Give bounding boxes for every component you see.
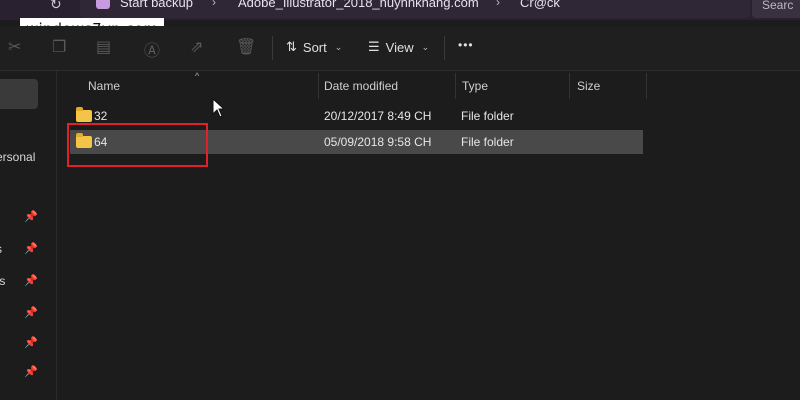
refresh-icon[interactable]: ↻ — [50, 0, 62, 13]
file-list: ^ Name Date modified Type Size 32 20/12/… — [58, 71, 800, 400]
pin-icon: 📌 — [24, 337, 38, 349]
mouse-cursor-icon — [212, 98, 226, 118]
sidebar-item-personal[interactable]: ersonal — [0, 150, 35, 164]
chevron-down-icon: ⌄ — [421, 41, 430, 52]
share-icon[interactable]: ⇗ — [190, 37, 203, 57]
chevron-down-icon: ⌄ — [334, 41, 343, 52]
more-options-button[interactable]: ••• — [458, 38, 474, 52]
view-label: View — [385, 39, 414, 55]
column-header-name[interactable]: Name — [88, 79, 120, 93]
pin-icon: 📌 — [24, 211, 38, 223]
folder-icon — [76, 107, 92, 122]
view-button[interactable]: ☰ View ⌄ — [368, 39, 429, 55]
pin-icon: 📌 — [24, 243, 38, 255]
breadcrumb-crack-folder[interactable]: Cr@ck — [520, 0, 560, 10]
toolbar-divider — [444, 36, 445, 60]
view-icon: ☰ — [368, 39, 380, 54]
delete-icon[interactable]: 🗑 — [236, 37, 256, 57]
title-bar: ↻ Start backup › Adobe_Illustrator_2018_… — [0, 0, 800, 20]
paste-icon[interactable]: ▤ — [96, 37, 111, 57]
pin-icon: 📌 — [24, 366, 38, 378]
date-modified: 20/12/2017 8:49 CH — [324, 109, 432, 123]
sidebar-item-label[interactable]: s — [0, 242, 2, 256]
column-separator[interactable] — [646, 73, 647, 99]
breadcrumb-start-backup[interactable]: Start backup — [120, 0, 193, 10]
annotation-highlight-box — [67, 123, 208, 167]
cloud-folder-icon — [96, 0, 110, 9]
column-separator[interactable] — [318, 73, 319, 99]
breadcrumb-adobe-folder[interactable]: Adobe_Illustrator_2018_huynhkhang.com — [238, 0, 479, 10]
breadcrumb-chevron-icon[interactable]: › — [212, 0, 216, 9]
cut-icon[interactable]: ✂ — [8, 37, 21, 57]
sidebar-item-selected[interactable] — [0, 79, 38, 109]
sidebar-item-label[interactable]: ts — [0, 274, 5, 288]
column-separator[interactable] — [455, 73, 456, 99]
command-bar: ✂ ❐ ▤ Ⓐ ⇗ 🗑 ⇅ Sort ⌄ ☰ View ⌄ ••• — [0, 26, 800, 71]
file-type: File folder — [461, 109, 514, 123]
file-type: File folder — [461, 135, 514, 149]
sort-label: Sort — [302, 39, 327, 55]
pin-icon: 📌 — [24, 307, 38, 319]
date-modified: 05/09/2018 9:58 CH — [324, 135, 432, 149]
file-name: 32 — [94, 109, 108, 123]
rename-icon[interactable]: Ⓐ — [144, 37, 160, 61]
column-header-type[interactable]: Type — [462, 79, 488, 93]
pin-icon: 📌 — [24, 275, 38, 287]
sort-ascending-icon: ^ — [195, 71, 200, 81]
toolbar-divider — [272, 36, 273, 60]
column-header-size[interactable]: Size — [577, 79, 600, 93]
breadcrumb-chevron-icon[interactable]: › — [496, 0, 500, 9]
search-input[interactable]: Searc — [752, 0, 800, 18]
sort-button[interactable]: ⇅ Sort ⌄ — [286, 39, 342, 55]
column-header-date-modified[interactable]: Date modified — [324, 79, 398, 93]
navigation-pane: ersonal 📌 s 📌 ts 📌 📌 📌 📌 — [0, 71, 57, 400]
copy-icon[interactable]: ❐ — [52, 37, 66, 57]
sort-icon: ⇅ — [286, 39, 297, 54]
column-separator[interactable] — [569, 73, 570, 99]
